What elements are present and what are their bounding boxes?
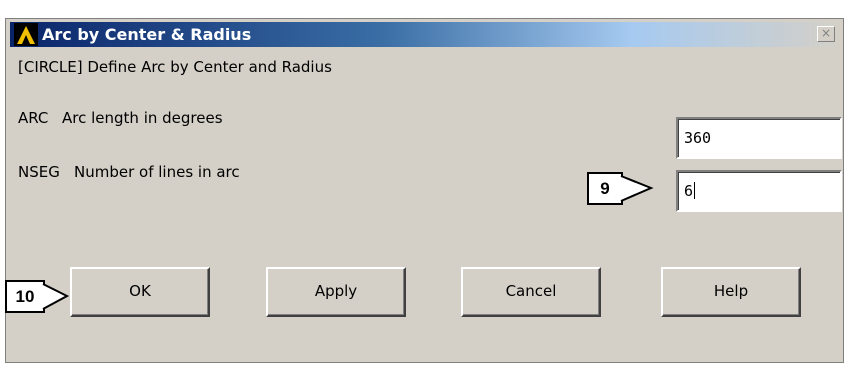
param-nseg-code: NSEG: [18, 163, 60, 181]
apply-button[interactable]: Apply: [266, 267, 406, 317]
close-icon[interactable]: ×: [817, 26, 835, 42]
step-9-callout: 9: [587, 172, 623, 205]
param-arc-row: ARC Arc length in degrees: [18, 109, 223, 127]
step-10-pointer-icon: [42, 283, 70, 310]
help-button[interactable]: Help: [661, 267, 801, 317]
ok-button[interactable]: OK: [70, 267, 210, 317]
text-caret: [694, 182, 696, 199]
param-nseg-row: NSEG Number of lines in arc: [18, 163, 240, 181]
title-bar[interactable]: Arc by Center & Radius ×: [10, 22, 839, 47]
param-arc-code: ARC: [18, 109, 49, 127]
dialog-heading: [CIRCLE] Define Arc by Center and Radius: [18, 58, 332, 76]
step-9-pointer-icon: [620, 175, 654, 202]
nseg-value: 6: [684, 182, 694, 200]
nseg-input[interactable]: 6: [676, 170, 842, 212]
step-10-callout: 10: [5, 280, 45, 313]
arc-length-value: 360: [684, 129, 712, 147]
param-nseg-label: Number of lines in arc: [74, 163, 240, 181]
ansys-logo-icon: [14, 23, 38, 46]
param-arc-label: Arc length in degrees: [62, 109, 223, 127]
dialog-title: Arc by Center & Radius: [42, 25, 252, 44]
cancel-button[interactable]: Cancel: [461, 267, 601, 317]
arc-length-input[interactable]: 360: [676, 117, 842, 159]
